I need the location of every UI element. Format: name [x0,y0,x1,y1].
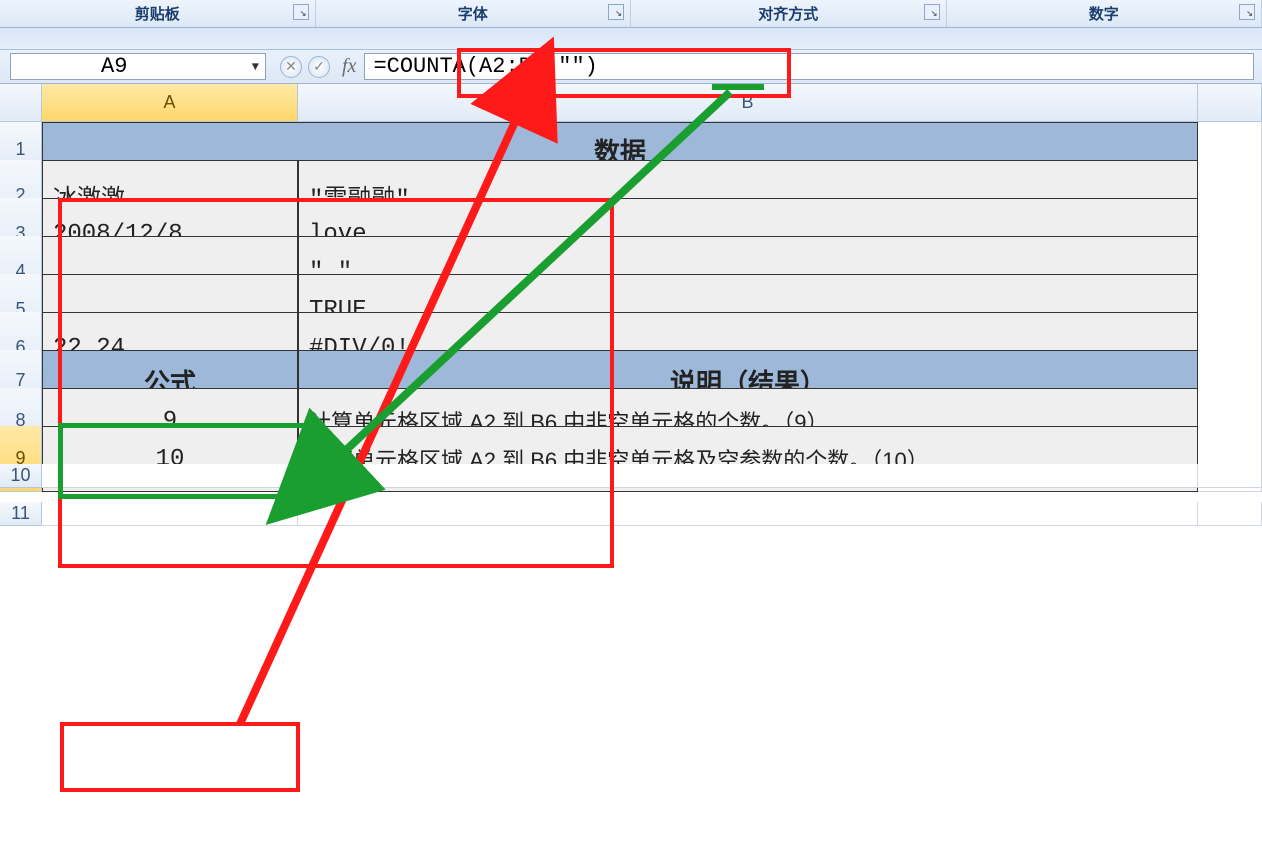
ribbon-group-label: 对齐方式 [758,3,818,24]
col-label: A [163,92,175,113]
cell-a11[interactable] [42,502,298,526]
formula-bar: A9 ▼ ✕ ✓ fx =COUNTA(A2:B6,"") [0,50,1262,84]
cell-empty[interactable] [1198,502,1262,526]
cell-empty[interactable] [1198,464,1262,488]
cancel-formula-button[interactable]: ✕ [280,56,302,78]
row-label: 1 [15,139,25,160]
worksheet-grid[interactable]: A B 1 数据 2 冰激激 "雪融融" 3 2008/12/8 love 4 … [0,84,1262,540]
ribbon-group-alignment[interactable]: 对齐方式 ↘ [631,0,947,27]
dialog-launcher-icon[interactable]: ↘ [608,4,624,20]
ribbon-group-font[interactable]: 字体 ↘ [316,0,632,27]
ribbon-group-clipboard[interactable]: 剪贴板 ↘ [0,0,316,27]
accept-formula-button[interactable]: ✓ [308,56,330,78]
row-header-10[interactable]: 10 [0,464,42,488]
select-all-corner[interactable] [0,84,42,122]
dialog-launcher-icon[interactable]: ↘ [1239,4,1255,20]
chevron-down-icon[interactable]: ▼ [252,60,259,74]
name-box-value: A9 [101,54,127,79]
cell-b11[interactable] [298,502,1198,526]
ribbon-group-strip: 剪贴板 ↘ 字体 ↘ 对齐方式 ↘ 数字 ↘ [0,0,1262,28]
ribbon-group-label: 数字 [1089,3,1119,24]
name-box[interactable]: A9 ▼ [10,53,266,80]
formula-text: =COUNTA(A2:B6,"") [373,54,597,79]
row-header-11[interactable]: 11 [0,502,42,526]
formula-input[interactable]: =COUNTA(A2:B6,"") [364,53,1254,80]
fx-icon[interactable]: fx [338,50,364,83]
ribbon-group-number[interactable]: 数字 ↘ [947,0,1262,27]
ribbon-spacer [0,28,1262,50]
ribbon-group-label: 字体 [458,3,488,24]
dialog-launcher-icon[interactable]: ↘ [924,4,940,20]
cell-b10[interactable] [298,464,1198,488]
row-label: 10 [10,465,30,486]
ribbon-group-label: 剪贴板 [135,3,180,24]
column-header-rest[interactable] [1198,84,1262,122]
cell-a10[interactable] [42,464,298,488]
column-header-a[interactable]: A [42,84,298,122]
row-label: 11 [11,503,30,524]
dialog-launcher-icon[interactable]: ↘ [293,4,309,20]
col-label: B [741,92,753,113]
annotation-red-box-a9 [60,722,300,792]
column-header-b[interactable]: B [298,84,1198,122]
formula-bar-buttons: ✕ ✓ [272,50,338,83]
